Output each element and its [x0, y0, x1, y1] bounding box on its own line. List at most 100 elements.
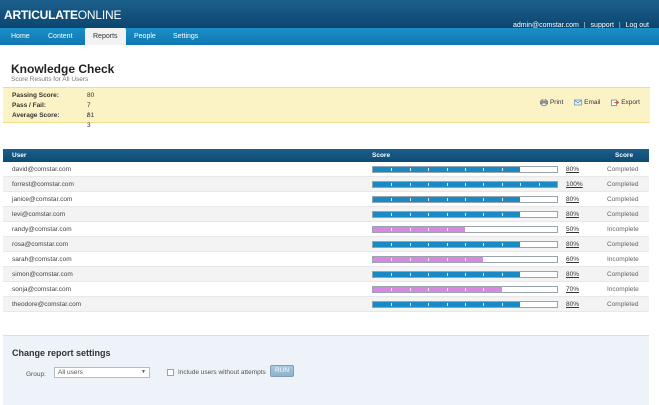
score-percent-link[interactable]: 50% [566, 222, 579, 237]
logo-bold-text: ARTICULATE [4, 8, 78, 22]
pass-fail-label: Pass / Fail: [12, 102, 46, 109]
logo-light-text: ONLINE [77, 8, 122, 22]
score-bar-ticks [373, 272, 557, 277]
average-score-value: 81 [87, 112, 95, 119]
report-actions: Print Email Export [531, 98, 640, 107]
print-button[interactable]: Print [540, 98, 564, 107]
main-nav: Home Content Reports People Settings [0, 28, 659, 45]
top-header: ARTICULATEONLINE admin@comstar.com | sup… [0, 0, 659, 29]
envelope-icon [574, 99, 582, 106]
score-bar [372, 226, 558, 233]
table-row: sonja@comstar.com 70% Incomplete [3, 282, 649, 297]
table-body: david@comstar.com 80% Completed forrest@com… [3, 162, 649, 312]
email-label: Email [584, 99, 601, 107]
settings-title: Change report settings [12, 348, 111, 358]
row-status: Incomplete [607, 256, 639, 263]
table-row: simon@comstar.com 80% Completed [3, 267, 649, 282]
app-logo[interactable]: ARTICULATEONLINE [4, 8, 121, 22]
score-bar [372, 196, 558, 203]
group-select-value: All users [58, 369, 83, 376]
nav-settings[interactable]: Settings [173, 28, 198, 45]
run-button[interactable]: RUN [270, 365, 294, 377]
row-status: Completed [607, 271, 639, 278]
column-header-user[interactable]: User [12, 149, 26, 162]
table-row: levi@comstar.com 80% Completed [3, 207, 649, 222]
score-bar [372, 181, 558, 188]
score-percent-link[interactable]: 60% [566, 252, 579, 267]
score-summary: Passing Score: 80 Pass / Fail: 7 / 3 Ave… [3, 87, 650, 129]
row-status: Completed [607, 301, 639, 308]
include-users-checkbox[interactable] [167, 369, 174, 376]
score-bar [372, 271, 558, 278]
nav-content[interactable]: Content [48, 28, 73, 45]
score-bar-ticks [373, 242, 557, 247]
table-row: theodore@comstar.com 80% Completed [3, 297, 649, 312]
score-percent-link[interactable]: 80% [566, 267, 579, 282]
score-bar [372, 166, 558, 173]
row-user-email: randy@comstar.com [12, 226, 72, 233]
table-row: david@comstar.com 80% Completed [3, 162, 649, 177]
row-user-email: forrest@comstar.com [12, 181, 74, 188]
table-row: sarah@comstar.com 60% Incomplete [3, 252, 649, 267]
score-percent-link[interactable]: 80% [566, 162, 579, 177]
passing-score-label: Passing Score: [12, 92, 59, 99]
print-label: Print [549, 99, 564, 107]
chevron-down-icon: ▼ [141, 369, 146, 375]
score-percent-link[interactable]: 80% [566, 237, 579, 252]
row-user-email: sarah@comstar.com [12, 256, 72, 263]
score-bar-ticks [373, 182, 557, 187]
page-subtitle: Score Results for All Users [11, 76, 89, 83]
nav-people[interactable]: People [134, 28, 156, 45]
include-users-label: Include users without attempts [178, 369, 266, 376]
nav-reports[interactable]: Reports [85, 28, 126, 45]
score-bar-ticks [373, 302, 557, 307]
printer-icon [540, 98, 548, 106]
average-score-label: Average Score: [12, 112, 60, 119]
report-settings-panel: Change report settings Group: All users … [3, 335, 649, 405]
score-bar-ticks [373, 227, 557, 232]
row-user-email: david@comstar.com [12, 166, 71, 173]
table-header: User Score Score [3, 149, 649, 162]
passing-score-value: 80 [87, 92, 95, 99]
row-status: Completed [607, 241, 639, 248]
score-bar-ticks [373, 287, 557, 292]
table-row: randy@comstar.com 50% Incomplete [3, 222, 649, 237]
score-bar-ticks [373, 197, 557, 202]
score-percent-link[interactable]: 100% [566, 177, 583, 192]
score-bar [372, 301, 558, 308]
row-user-email: levi@comstar.com [12, 211, 66, 218]
group-select[interactable]: All users ▼ [54, 367, 150, 378]
group-label: Group: [26, 371, 46, 378]
email-button[interactable]: Email [574, 99, 600, 106]
row-status: Completed [607, 196, 639, 203]
export-button[interactable]: Export [611, 99, 640, 106]
score-bar [372, 256, 558, 263]
export-label: Export [621, 99, 640, 107]
score-percent-link[interactable]: 70% [566, 282, 579, 297]
column-header-score[interactable]: Score [372, 149, 390, 162]
row-status: Completed [607, 181, 639, 188]
row-user-email: simon@comstar.com [12, 271, 73, 278]
table-row: janice@comstar.com 80% Completed [3, 192, 649, 207]
score-percent-link[interactable]: 80% [566, 297, 579, 312]
nav-home[interactable]: Home [11, 28, 30, 45]
results-table: User Score Score david@comstar.com 80% Com… [3, 149, 649, 312]
row-user-email: theodore@comstar.com [12, 301, 82, 308]
row-status: Completed [607, 166, 639, 173]
score-percent-link[interactable]: 80% [566, 192, 579, 207]
score-bar [372, 241, 558, 248]
row-user-email: sonja@comstar.com [12, 286, 71, 293]
table-row: forrest@comstar.com 100% Completed [3, 177, 649, 192]
row-user-email: janice@comstar.com [12, 196, 73, 203]
score-bar [372, 286, 558, 293]
row-status: Completed [607, 211, 639, 218]
score-bar-ticks [373, 212, 557, 217]
column-header-status[interactable]: Score [615, 149, 633, 162]
row-user-email: rosa@comstar.com [12, 241, 69, 248]
score-bar-ticks [373, 257, 557, 262]
row-status: Incomplete [607, 226, 639, 233]
score-percent-link[interactable]: 80% [566, 207, 579, 222]
export-icon [611, 99, 620, 106]
page-title: Knowledge Check [11, 62, 115, 76]
table-row: rosa@comstar.com 80% Completed [3, 237, 649, 252]
